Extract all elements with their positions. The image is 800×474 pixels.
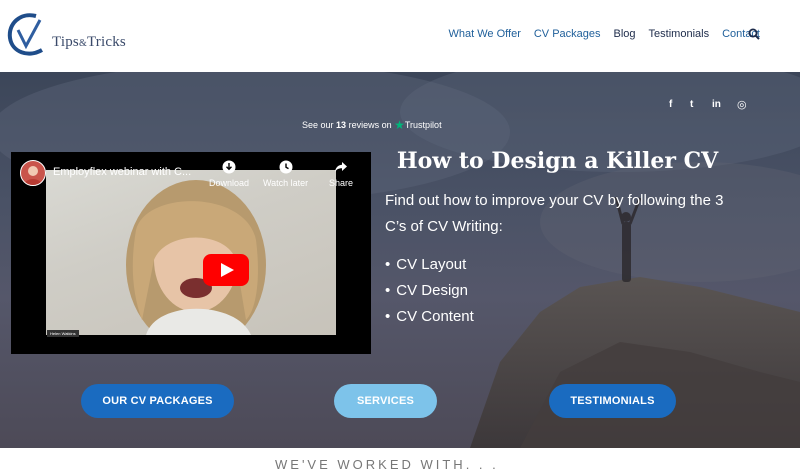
search-icon[interactable]	[748, 28, 760, 40]
channel-avatar[interactable]	[20, 160, 46, 186]
download-button[interactable]: Download	[209, 160, 249, 188]
webinar-presenter-image	[126, 180, 266, 335]
twitter-icon[interactable]: t	[690, 99, 693, 110]
clock-icon	[279, 160, 293, 174]
cv-packages-button[interactable]: OUR CV PACKAGES	[81, 384, 234, 418]
logo-mark-icon	[7, 13, 43, 56]
linkedin-icon[interactable]: in	[712, 99, 721, 110]
services-button[interactable]: SERVICES	[334, 384, 437, 418]
nav-blog[interactable]: Blog	[614, 27, 636, 41]
video-player[interactable]: Employflex webinar with C... Download Wa…	[11, 152, 371, 354]
video-title[interactable]: Employflex webinar with C...	[53, 166, 191, 178]
testimonials-button[interactable]: TESTIMONIALS	[549, 384, 676, 418]
logo-text: Tips&Tricks	[52, 34, 126, 50]
hero-section: f t in ◎ See our 13 reviews on ★Trustpil…	[0, 72, 800, 448]
video-thumbnail[interactable]	[46, 170, 336, 335]
avatar-icon	[24, 166, 42, 185]
share-button[interactable]: Share	[329, 160, 353, 188]
watch-later-button[interactable]: Watch later	[263, 160, 308, 188]
trustpilot-brand: Trustpilot	[404, 120, 442, 130]
list-item: CV Design	[385, 278, 474, 304]
cv-bullet-list: CV Layout CV Design CV Content	[385, 252, 474, 330]
main-nav: What We Offer CV Packages Blog Testimoni…	[436, 27, 760, 41]
list-item: CV Layout	[385, 252, 474, 278]
presenter-name-tag: Helen Watkins	[47, 330, 79, 337]
worked-with-section: WE'VE WORKED WITH. . .	[0, 448, 800, 474]
share-icon	[335, 162, 348, 172]
worked-with-heading: WE'VE WORKED WITH. . .	[275, 457, 499, 472]
trustpilot-widget[interactable]: See our 13 reviews on ★Trustpilot	[302, 118, 442, 132]
instagram-icon[interactable]: ◎	[737, 98, 747, 111]
site-logo[interactable]: Tips&Tricks	[6, 10, 136, 60]
nav-cv-packages[interactable]: CV Packages	[534, 27, 601, 41]
hero-intro-text: Find out how to improve your CV by follo…	[385, 192, 724, 235]
download-icon	[222, 160, 236, 174]
facebook-icon[interactable]: f	[669, 99, 672, 110]
nav-testimonials[interactable]: Testimonials	[649, 27, 710, 41]
youtube-play-button[interactable]	[203, 254, 249, 286]
site-header: Tips&Tricks What We Offer CV Packages Bl…	[0, 0, 800, 72]
trustpilot-star-icon: ★	[394, 118, 405, 132]
list-item: CV Content	[385, 304, 474, 330]
page-title: How to Design a Killer CV	[396, 148, 719, 174]
nav-what-we-offer[interactable]: What We Offer	[449, 27, 521, 41]
